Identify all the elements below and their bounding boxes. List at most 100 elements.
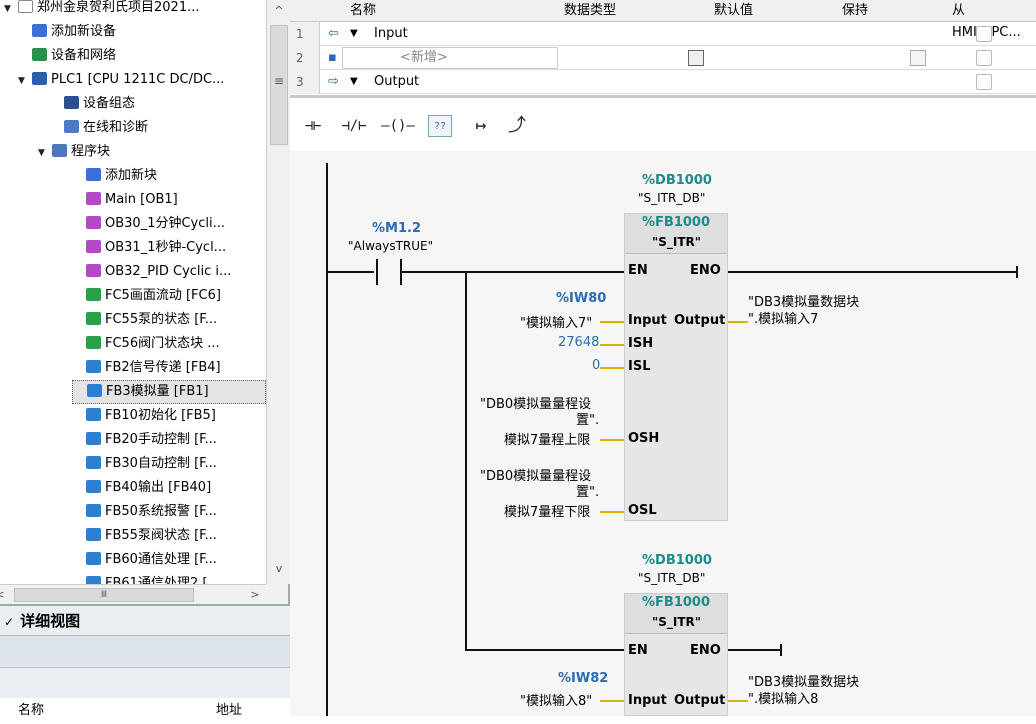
tree-item[interactable]: ▼ 程序块 <box>38 140 266 164</box>
header-retain[interactable]: 保持 <box>842 0 868 22</box>
scroll-down-button[interactable]: v <box>268 560 290 578</box>
block2-db-name[interactable]: "S_ITR_DB" <box>638 571 705 585</box>
tree-item[interactable]: 设备组态 <box>50 92 266 116</box>
output2-tag-line2[interactable]: ".模拟输入8 <box>748 688 818 707</box>
interface-row[interactable]: 2 ▪ <新增> <box>290 46 1036 70</box>
add-device-icon <box>32 24 47 37</box>
osh-tag-line1[interactable]: "DB0模拟量量程设 <box>480 393 591 412</box>
h-scroll-thumb[interactable]: Ⅲ <box>14 588 194 602</box>
fb-icon <box>86 480 101 493</box>
fb-icon <box>87 384 102 397</box>
output-tag-line2[interactable]: ".模拟输入7 <box>748 308 818 327</box>
tree-item[interactable]: OB31_1秒钟-Cycl... <box>72 236 266 260</box>
header-data-type[interactable]: 数据类型 <box>564 0 616 22</box>
block1-db-name[interactable]: "S_ITR_DB" <box>638 191 705 205</box>
block2-pin-output: Output <box>674 693 726 708</box>
expand-arrow-icon[interactable]: ▼ <box>38 141 50 165</box>
no-contact-button[interactable]: ⊣⊢ <box>298 115 328 137</box>
expand-arrow-icon[interactable]: ▼ <box>4 0 16 21</box>
hmi-checkbox[interactable] <box>976 26 992 42</box>
coil-button[interactable]: —()— <box>378 115 418 137</box>
tree-item[interactable]: FB20手动控制 [F... <box>72 428 266 452</box>
contact-left-bar[interactable] <box>376 259 378 285</box>
detail-view-header[interactable]: ✓ 详细视图 <box>0 606 290 636</box>
expand-arrow-icon[interactable]: ▼ <box>350 22 358 46</box>
tree-item[interactable]: FC5画面流动 [FC6] <box>72 284 266 308</box>
tree-item[interactable]: FB61通信处理2 [... <box>72 572 266 584</box>
block1-pin-ish: ISH <box>628 336 654 351</box>
retain-dropdown-icon[interactable] <box>910 50 926 66</box>
osh-tag-line3[interactable]: 模拟7量程上限 <box>504 429 590 448</box>
tree-item[interactable]: Main [OB1] <box>72 188 266 212</box>
tree-vertical-scrollbar[interactable]: ^ ≡ v <box>266 0 290 584</box>
collapse-chevron-icon[interactable]: ✓ <box>4 615 14 629</box>
osl-tag-line1[interactable]: "DB0模拟量量程设 <box>480 465 591 484</box>
osh-tag-line2[interactable]: 置". <box>576 409 599 428</box>
type-browse-icon[interactable] <box>688 50 704 66</box>
tree-item[interactable]: OB30_1分钟Cycli... <box>72 212 266 236</box>
block1-pin-eno: ENO <box>690 263 721 278</box>
tree-item[interactable]: FB30自动控制 [F... <box>72 452 266 476</box>
tree-horizontal-scrollbar[interactable]: < Ⅲ > <box>0 584 266 604</box>
tree-item[interactable]: ▼ PLC1 [CPU 1211C DC/DC... <box>18 68 266 92</box>
tree-item[interactable]: ▼ 郑州金泉贺利氏项目2021... <box>4 0 266 20</box>
hmi-checkbox[interactable] <box>976 50 992 66</box>
osl-tag-line2[interactable]: 置". <box>576 481 599 500</box>
tree-item[interactable]: OB32_PID Cyclic i... <box>72 260 266 284</box>
osl-wire <box>600 511 624 513</box>
scroll-right-button[interactable]: > <box>244 586 266 604</box>
ladder-toolbar: ⊣⊢ ⊣/⊢ —()— ?? ↦ ⤴ <box>290 101 1036 151</box>
tree-item[interactable]: FB55泵阀状态 [F... <box>72 524 266 548</box>
block2-db-address: %DB1000 <box>642 553 712 568</box>
block2-pin-input: Input <box>628 693 667 708</box>
new-entry-field[interactable] <box>342 47 558 69</box>
isl-value[interactable]: 0 <box>592 358 600 373</box>
header-default[interactable]: 默认值 <box>714 0 753 22</box>
interface-row[interactable]: 3 ⇨ ▼ Output <box>290 70 1036 94</box>
input2-tag[interactable]: "模拟输入8" <box>520 690 592 709</box>
tree-item[interactable]: FB10初始化 [FB5] <box>72 404 266 428</box>
tree-item[interactable]: 设备和网络 <box>18 44 266 68</box>
hmi-checkbox[interactable] <box>976 74 992 90</box>
block2-pin-en: EN <box>628 643 648 658</box>
open-branch-button[interactable]: ↦ <box>468 115 494 137</box>
block-interface-table: 名称 数据类型 默认值 保持 从 HMI/OPC... 1⇦▼Input2▪<新… <box>290 0 1036 98</box>
scroll-up-button[interactable]: ^ <box>268 2 290 20</box>
header-name[interactable]: 名称 <box>350 0 376 22</box>
tree-item[interactable]: FB60通信处理 [F... <box>72 548 266 572</box>
ish-value[interactable]: 27648 <box>558 335 599 350</box>
tree-item[interactable]: FB50系统报警 [F... <box>72 500 266 524</box>
tree-item[interactable]: 在线和诊断 <box>50 116 266 140</box>
input-tag[interactable]: "模拟输入7" <box>520 312 592 331</box>
tree-item[interactable]: 添加新块 <box>72 164 266 188</box>
osl-tag-line3[interactable]: 模拟7量程下限 <box>504 501 590 520</box>
empty-box-button[interactable]: ?? <box>428 115 452 137</box>
interface-name[interactable]: Input <box>374 22 408 46</box>
tree-item-label: FB10初始化 [FB5] <box>105 408 216 423</box>
tree-item[interactable]: FC56阀门状态块 ... <box>72 332 266 356</box>
scroll-left-button[interactable]: < <box>0 586 6 604</box>
block2-fb-address: %FB1000 <box>642 595 710 610</box>
expand-arrow-icon[interactable]: ▼ <box>350 70 358 94</box>
interface-name[interactable]: Output <box>374 70 419 94</box>
tree-item[interactable]: FB40输出 [FB40] <box>72 476 266 500</box>
tree-item-label: FB55泵阀状态 [F... <box>105 528 217 543</box>
tree-item[interactable]: 添加新设备 <box>18 20 266 44</box>
block1-pin-isl: ISL <box>628 359 651 374</box>
nc-contact-button[interactable]: ⊣/⊢ <box>336 115 372 137</box>
tree-item-label: OB31_1秒钟-Cycl... <box>105 240 227 255</box>
tree-item[interactable]: FC55泵的状态 [F... <box>72 308 266 332</box>
fb-icon <box>86 432 101 445</box>
contact-tag[interactable]: "AlwaysTRUE" <box>348 239 433 253</box>
tree-item[interactable]: FB2信号传递 [FB4] <box>72 356 266 380</box>
interface-row[interactable]: 1 ⇦ ▼ Input <box>290 22 1036 46</box>
program-editor: 名称 数据类型 默认值 保持 从 HMI/OPC... 1⇦▼Input2▪<新… <box>290 0 1036 716</box>
branch-wire <box>465 649 625 651</box>
output2-wire <box>728 700 748 702</box>
block2-pin-eno: ENO <box>690 643 721 658</box>
row-number: 3 <box>290 70 320 94</box>
tree-item[interactable]: FB3模拟量 [FB1] <box>72 380 266 404</box>
expand-arrow-icon[interactable]: ▼ <box>18 69 30 93</box>
close-branch-button[interactable]: ⤴ <box>504 115 530 137</box>
tree-item-label: FB3模拟量 [FB1] <box>106 384 209 399</box>
